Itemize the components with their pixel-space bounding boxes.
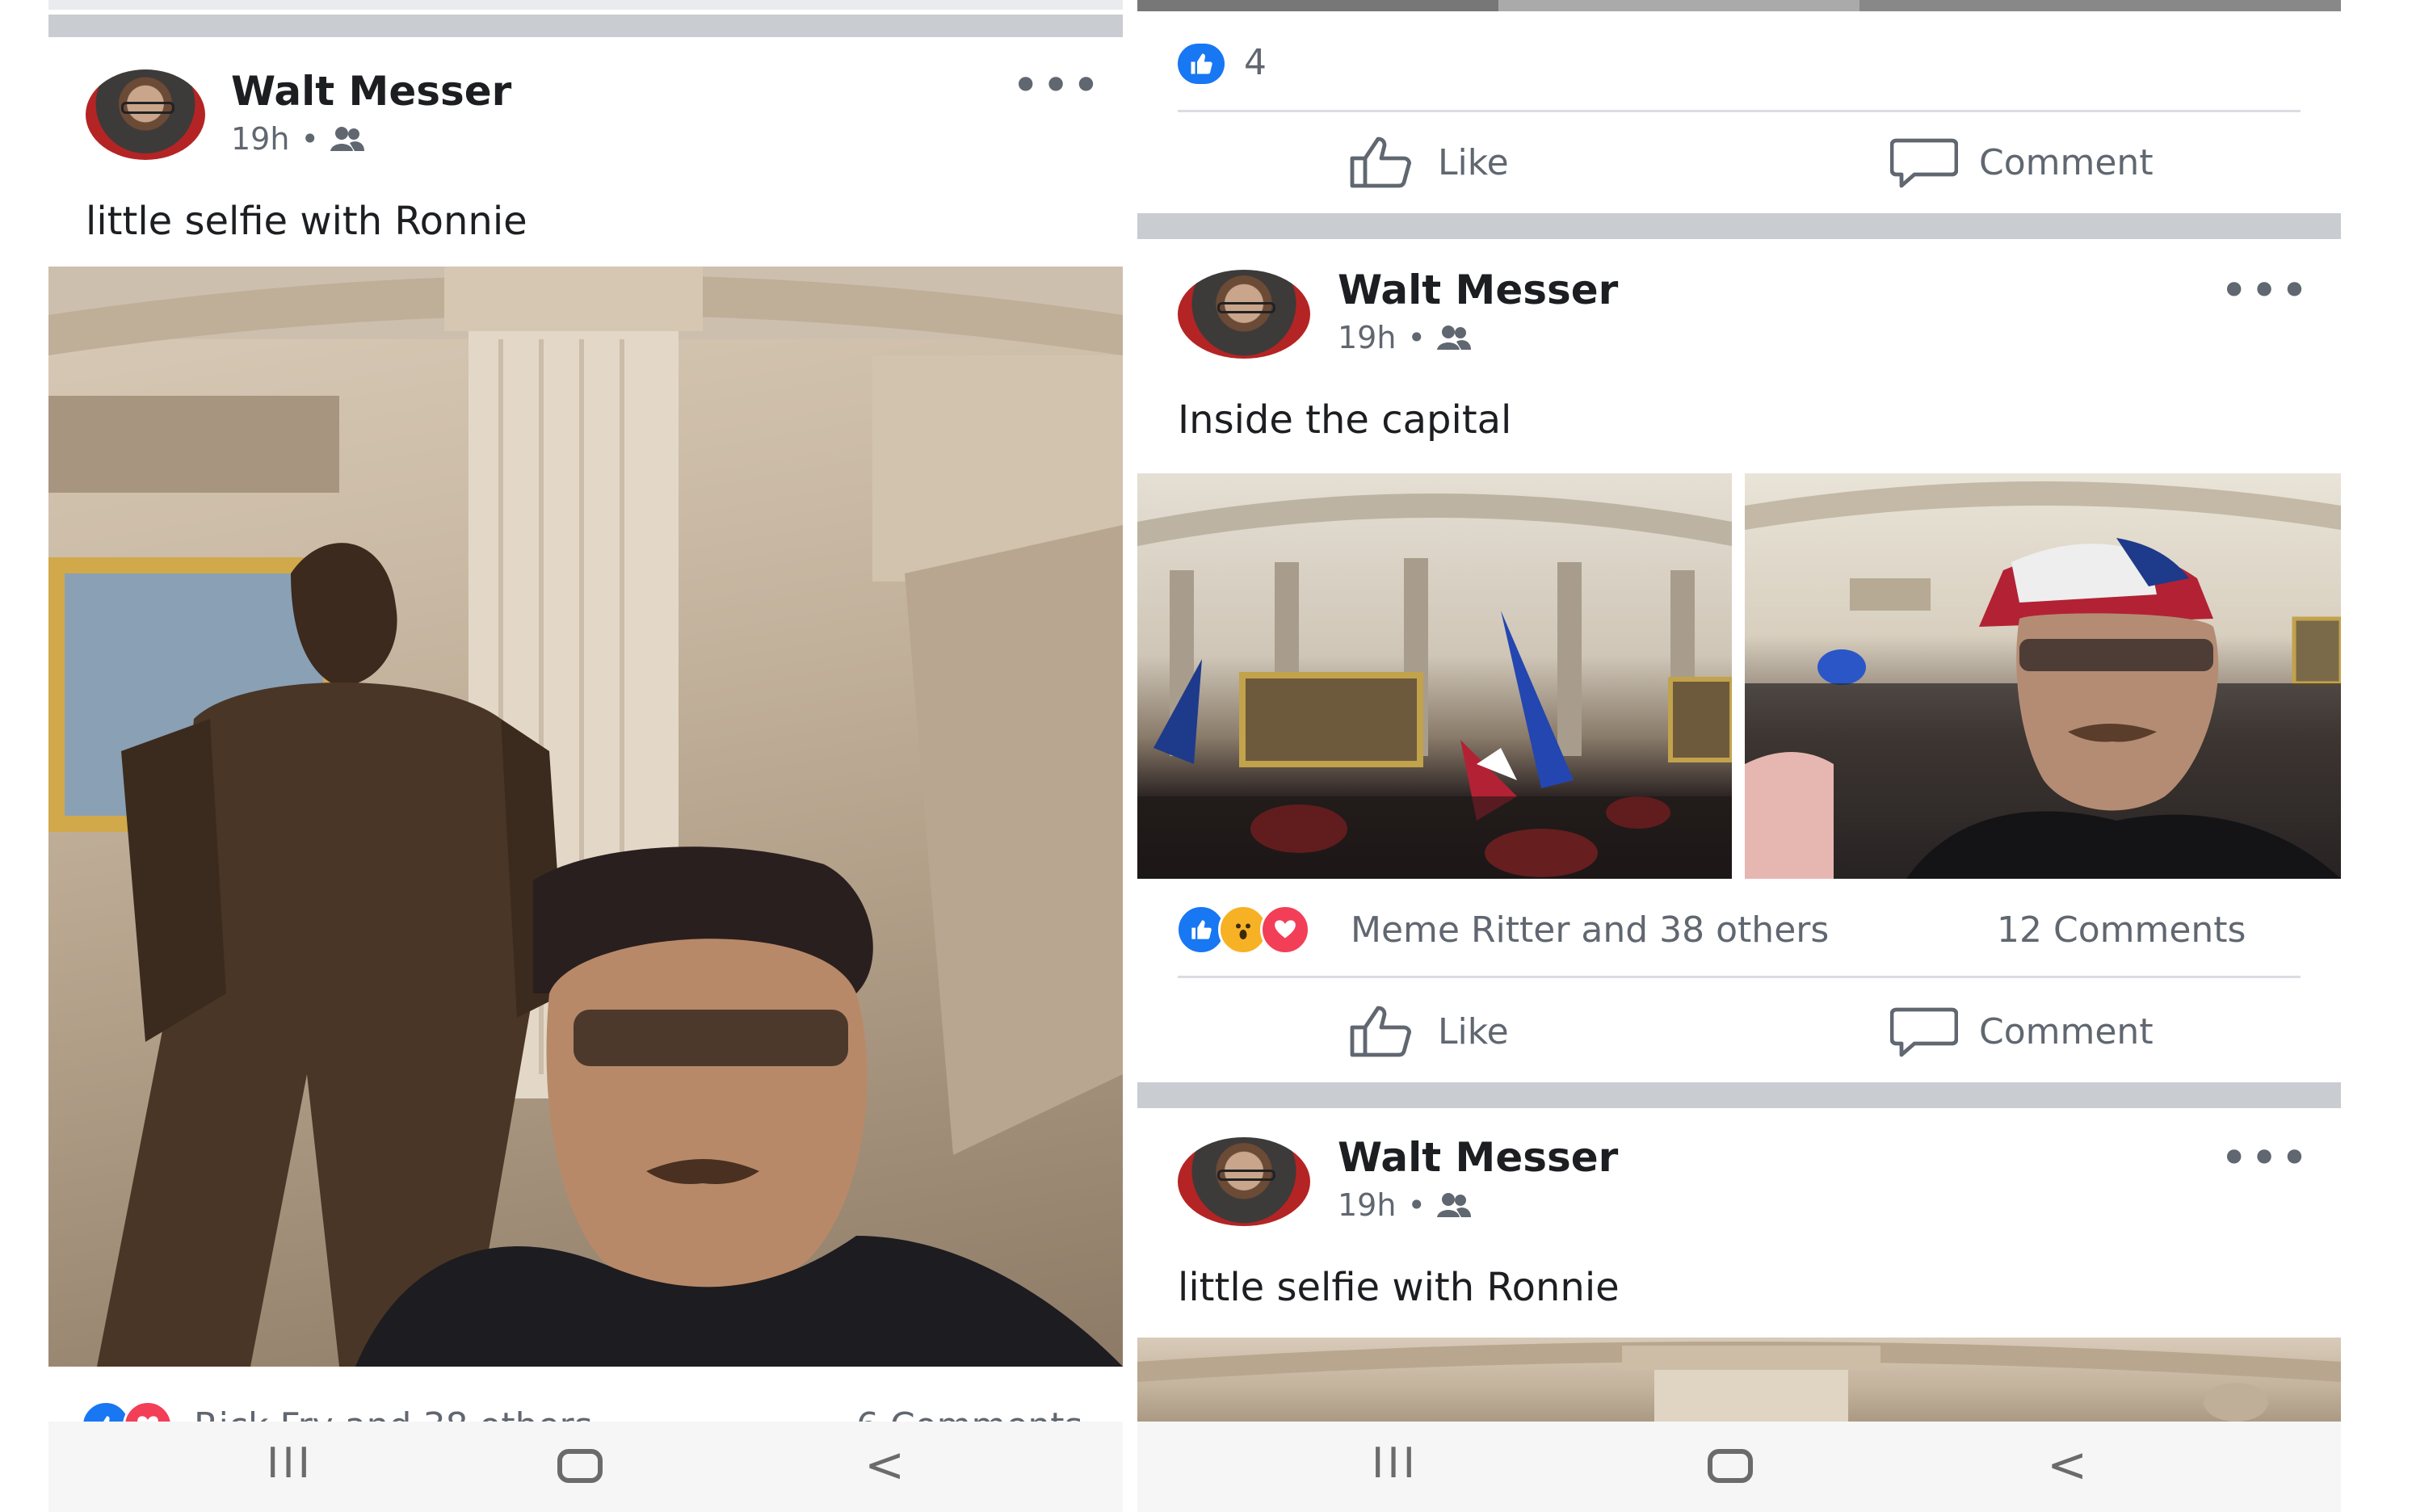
post-time[interactable]: 19h bbox=[231, 121, 289, 157]
like-label: Like bbox=[1438, 1010, 1509, 1052]
thumbs-up-icon bbox=[1350, 136, 1411, 188]
android-nav-bar: III < bbox=[48, 1422, 1123, 1512]
photo-illustration bbox=[48, 267, 1123, 1367]
separator-bar bbox=[48, 15, 1123, 37]
post-text: little selfie with Ronnie bbox=[1178, 1265, 1620, 1310]
post-photo-crowd[interactable] bbox=[1137, 473, 1732, 879]
like-label: Like bbox=[1438, 141, 1509, 183]
comment-label: Comment bbox=[1979, 1010, 2154, 1052]
post-text: little selfie with Ronnie bbox=[86, 199, 527, 244]
avatar[interactable] bbox=[86, 69, 205, 160]
thumbs-up-icon bbox=[1350, 1006, 1411, 1057]
android-nav-bar: III < bbox=[1137, 1422, 2341, 1512]
post-meta: 19h • bbox=[1338, 1187, 1471, 1223]
friends-icon bbox=[1436, 326, 1471, 350]
right-panel: 4 Like Comment Walt Messer 19h • ••• Ins… bbox=[1137, 0, 2341, 1512]
post-meta: 19h • bbox=[231, 121, 364, 157]
previous-photo-edge bbox=[1137, 0, 2341, 11]
like-button[interactable]: Like bbox=[1349, 136, 1509, 189]
divider bbox=[1178, 976, 2301, 978]
post-meta: 19h • bbox=[1338, 320, 1471, 355]
comment-icon bbox=[1890, 138, 1958, 188]
comment-icon bbox=[1890, 1007, 1958, 1057]
avatar[interactable] bbox=[1178, 270, 1310, 359]
photo-illustration bbox=[1137, 1342, 2341, 1422]
author-name[interactable]: Walt Messer bbox=[1338, 267, 1618, 313]
home-icon[interactable] bbox=[557, 1449, 603, 1483]
more-options-icon[interactable]: ••• bbox=[1011, 61, 1102, 110]
meta-separator: • bbox=[1407, 320, 1426, 355]
post-photo[interactable] bbox=[1137, 1338, 2341, 1422]
like-button[interactable]: Like bbox=[1349, 1005, 1509, 1058]
recent-apps-icon[interactable]: III bbox=[267, 1443, 313, 1485]
author-name[interactable]: Walt Messer bbox=[1338, 1134, 1618, 1181]
love-reaction-icon bbox=[1260, 905, 1310, 955]
reactions-row[interactable] bbox=[1176, 905, 1310, 955]
separator-bar bbox=[1137, 1082, 2341, 1108]
like-reaction-icon bbox=[1178, 44, 1225, 84]
home-icon[interactable] bbox=[1708, 1449, 1753, 1483]
meta-separator: • bbox=[300, 121, 319, 157]
meta-separator: • bbox=[1407, 1187, 1426, 1223]
friends-icon bbox=[330, 127, 364, 151]
post-photo-selfie[interactable] bbox=[1745, 473, 2341, 879]
friends-icon bbox=[1436, 1193, 1471, 1217]
comment-label: Comment bbox=[1979, 141, 2154, 183]
separator-bar bbox=[1137, 213, 2341, 239]
post-time[interactable]: 19h bbox=[1338, 320, 1396, 355]
post-time[interactable]: 19h bbox=[1338, 1187, 1396, 1223]
photo-illustration bbox=[1137, 494, 1732, 879]
top-strip bbox=[48, 0, 1123, 10]
more-options-icon[interactable]: ••• bbox=[2220, 267, 2310, 315]
reactions-text[interactable]: Meme Ritter and 38 others bbox=[1351, 909, 1829, 951]
comment-button[interactable]: Comment bbox=[1890, 1005, 2154, 1058]
back-icon[interactable]: < bbox=[2047, 1441, 2087, 1489]
photo-illustration bbox=[1745, 481, 2341, 879]
comment-button[interactable]: Comment bbox=[1890, 136, 2154, 189]
divider bbox=[1178, 110, 2301, 112]
comments-count[interactable]: 12 Comments bbox=[1997, 909, 2246, 951]
author-name[interactable]: Walt Messer bbox=[231, 68, 511, 115]
more-options-icon[interactable]: ••• bbox=[2220, 1134, 2310, 1182]
back-icon[interactable]: < bbox=[864, 1441, 905, 1489]
post-photo[interactable] bbox=[48, 267, 1123, 1367]
recent-apps-icon[interactable]: III bbox=[1372, 1443, 1418, 1485]
post-text: Inside the capital bbox=[1178, 397, 1512, 443]
reaction-count[interactable]: 4 bbox=[1244, 42, 1267, 83]
avatar[interactable] bbox=[1178, 1137, 1310, 1226]
left-panel: Walt Messer 19h • ••• little selfie with… bbox=[48, 0, 1123, 1512]
